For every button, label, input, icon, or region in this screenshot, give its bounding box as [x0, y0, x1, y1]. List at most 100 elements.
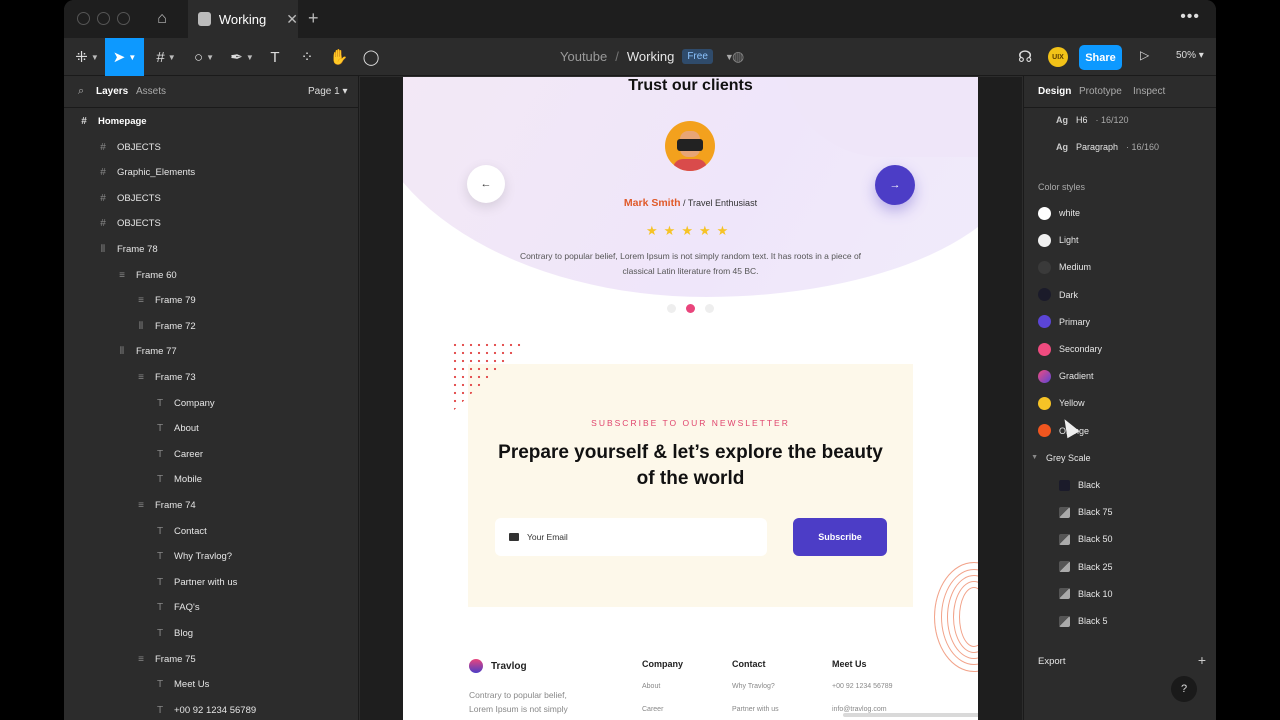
color-style-item[interactable]: Dark [1038, 285, 1078, 305]
search-icon[interactable]: ⌕ [78, 85, 84, 98]
pen-tool-button[interactable]: ✒ ▼ [224, 38, 260, 76]
layer-row[interactable]: ≡ Frame 79 [135, 288, 196, 313]
layer-label: Frame 78 [117, 244, 158, 255]
layer-row[interactable]: ≡ Frame 74 [135, 493, 196, 518]
layer-row[interactable]: T Meet Us [154, 672, 209, 697]
tab-layers[interactable]: Layers [96, 86, 128, 97]
tab-working[interactable]: Working ✕ [188, 0, 298, 38]
more-options-icon[interactable]: ••• [1180, 8, 1200, 26]
footer-link[interactable]: +00 92 1234 56789 [832, 683, 893, 690]
color-style-item[interactable]: Black 50 [1059, 529, 1113, 549]
chevron-down-icon[interactable]: ▼ [1026, 454, 1038, 461]
minimize-window-button[interactable] [97, 12, 110, 25]
present-icon[interactable]: ▷ [1140, 48, 1149, 62]
text-style-meta: · 16/120 [1095, 115, 1129, 125]
layer-row[interactable]: ≡ Frame 75 [135, 647, 196, 672]
text-style-h6[interactable]: Ag H6 · 16/120 [1056, 115, 1129, 125]
star-icon: ★ [646, 223, 658, 238]
color-style-item[interactable]: white [1038, 203, 1080, 223]
email-placeholder: Your Email [527, 532, 568, 542]
color-style-item[interactable]: Medium [1038, 257, 1091, 277]
main-menu-button[interactable]: ⁜ ▼ [70, 38, 104, 76]
tab-inspect[interactable]: Inspect [1133, 86, 1165, 97]
layer-row[interactable]: T Company [154, 391, 215, 416]
footer-link[interactable]: About [642, 683, 683, 690]
layer-row[interactable]: # Homepage [78, 109, 146, 134]
resources-button[interactable]: ⁘ [294, 38, 320, 76]
layer-row[interactable]: ⦀ Frame 72 [135, 314, 196, 339]
layer-row[interactable]: ⦀ Frame 77 [116, 339, 177, 364]
color-style-item[interactable]: Secondary [1038, 339, 1102, 359]
layer-row[interactable]: T About [154, 416, 199, 441]
color-style-item[interactable]: Black 10 [1059, 584, 1113, 604]
footer-link[interactable]: info@travlog.com [832, 706, 893, 713]
avatar[interactable]: UIX [1048, 47, 1068, 67]
color-style-item[interactable]: Yellow [1038, 393, 1085, 413]
horizontal-scrollbar[interactable] [843, 713, 978, 717]
color-group-grey-scale[interactable]: ▼ Grey Scale [1026, 448, 1090, 468]
color-swatch [1059, 533, 1070, 545]
layer-row[interactable]: T FAQ's [154, 595, 200, 620]
email-field[interactable]: Your Email [495, 518, 767, 556]
layer-row[interactable]: # OBJECTS [97, 135, 161, 160]
layer-row[interactable]: ≡ Frame 60 [116, 263, 177, 288]
layer-row[interactable]: T Mobile [154, 467, 202, 492]
footer-link[interactable]: Career [642, 706, 683, 713]
move-tool-button[interactable]: ➤ ▼ [105, 38, 144, 76]
layer-row[interactable]: T +00 92 1234 56789 [154, 698, 256, 720]
carousel-dot[interactable] [667, 304, 676, 313]
layer-row[interactable]: ≡ Frame 73 [135, 365, 196, 390]
text-icon: T [156, 474, 164, 486]
page-selector[interactable]: Page 1 ▾ [308, 86, 348, 97]
color-style-item[interactable]: Black 75 [1059, 502, 1113, 522]
color-style-item[interactable]: Black 5 [1059, 611, 1108, 631]
new-tab-icon[interactable]: + [308, 8, 319, 29]
comment-tool-button[interactable]: ◯ [358, 38, 384, 76]
tab-prototype[interactable]: Prototype [1079, 86, 1122, 97]
color-style-item[interactable]: Primary [1038, 312, 1090, 332]
close-window-button[interactable] [77, 12, 90, 25]
layer-row[interactable]: T Partner with us [154, 570, 237, 595]
help-button[interactable]: ? [1171, 676, 1197, 702]
subscribe-button[interactable]: Subscribe [793, 518, 887, 556]
globe-icon[interactable]: ◍ [732, 48, 744, 65]
tab-assets[interactable]: Assets [136, 86, 166, 97]
headphones-icon[interactable]: ☊ [1018, 47, 1032, 67]
color-style-item[interactable]: Black [1059, 475, 1100, 495]
canvas[interactable]: Trust our clients ← → Mark Smith / Trave… [360, 77, 1022, 720]
color-swatch [1038, 424, 1051, 438]
text-style-paragraph[interactable]: Ag Paragraph · 16/160 [1056, 142, 1159, 152]
layer-row[interactable]: # OBJECTS [97, 186, 161, 211]
color-swatch [1038, 315, 1051, 329]
color-style-item[interactable]: Gradient [1038, 366, 1094, 386]
layer-row[interactable]: T Why Travlog? [154, 544, 232, 569]
footer-link[interactable]: Partner with us [732, 706, 779, 713]
breadcrumb-file[interactable]: Working [627, 49, 674, 64]
maximize-window-button[interactable] [117, 12, 130, 25]
close-tab-icon[interactable]: ✕ [286, 11, 298, 28]
color-style-item[interactable]: Light [1038, 230, 1079, 250]
footer-link[interactable]: Why Travlog? [732, 683, 779, 690]
text-tool-button[interactable]: T [262, 38, 288, 76]
breadcrumb-team[interactable]: Youtube [560, 49, 607, 64]
home-icon[interactable]: ⌂ [152, 10, 172, 30]
carousel-dot-active[interactable] [686, 304, 695, 313]
color-swatch [1059, 588, 1070, 600]
layer-row[interactable]: T Career [154, 442, 203, 467]
layer-row[interactable]: T Blog [154, 621, 193, 646]
layer-row[interactable]: # Graphic_Elements [97, 160, 195, 185]
frame-tool-button[interactable]: # ▼ [148, 38, 184, 76]
layer-row[interactable]: # OBJECTS [97, 211, 161, 236]
layer-row[interactable]: ⦀ Frame 78 [97, 237, 158, 262]
page-name: Page 1 [308, 86, 340, 97]
homepage-frame[interactable]: Trust our clients ← → Mark Smith / Trave… [403, 77, 978, 720]
add-export-icon[interactable]: + [1198, 652, 1206, 668]
share-button[interactable]: Share [1079, 45, 1122, 70]
hand-tool-button[interactable]: ✋ [326, 38, 352, 76]
color-style-item[interactable]: Black 25 [1059, 557, 1113, 577]
zoom-dropdown[interactable]: 50% ▾ [1176, 50, 1204, 61]
tab-design[interactable]: Design [1038, 86, 1071, 97]
carousel-dot[interactable] [705, 304, 714, 313]
shape-tool-button[interactable]: ○ ▼ [186, 38, 222, 76]
layer-row[interactable]: T Contact [154, 519, 207, 544]
